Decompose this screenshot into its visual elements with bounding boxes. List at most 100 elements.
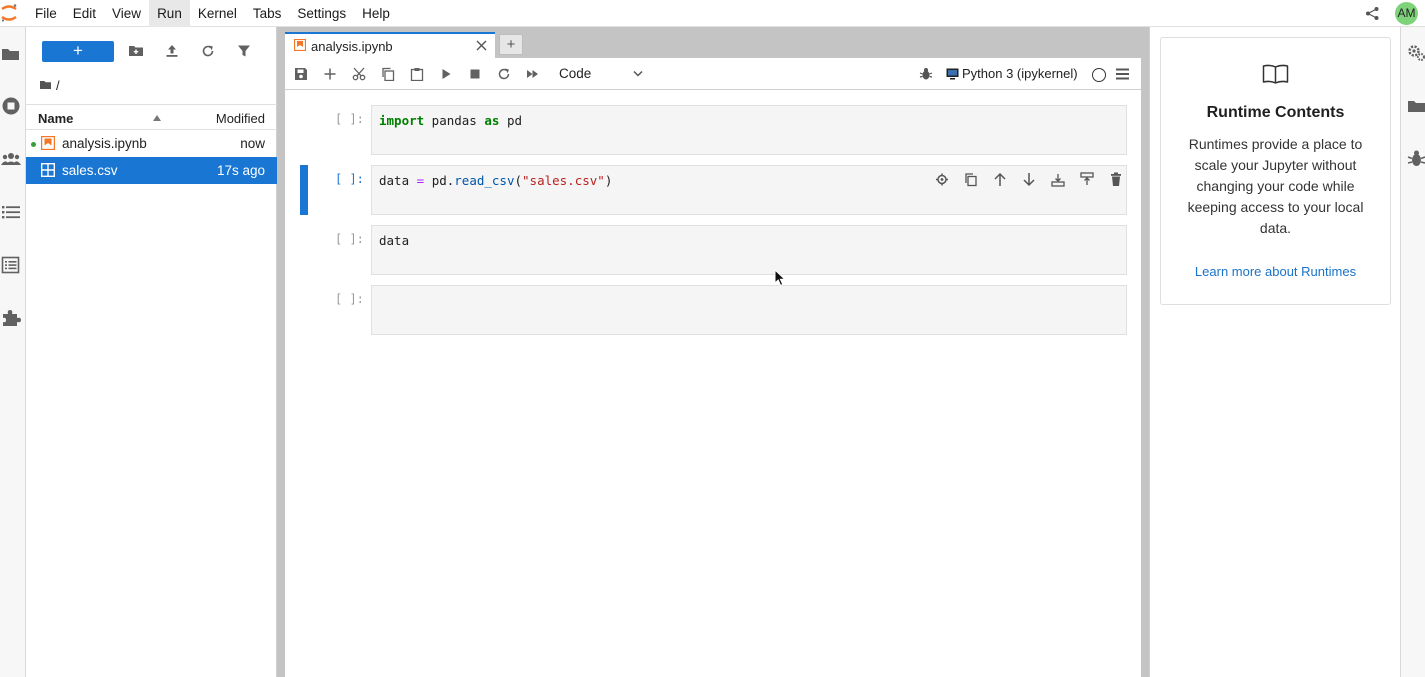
column-name-header[interactable]: Name xyxy=(38,111,73,126)
close-icon[interactable] xyxy=(475,39,488,52)
table-icon xyxy=(41,163,55,177)
file-modified: 17s ago xyxy=(216,163,265,178)
book-icon xyxy=(1262,64,1289,84)
new-tab-button[interactable]: + xyxy=(499,34,523,55)
menu-settings[interactable]: Settings xyxy=(289,0,354,27)
cut-icon[interactable] xyxy=(352,67,366,81)
run-all-icon[interactable] xyxy=(526,67,540,81)
folder-crumb-icon xyxy=(40,81,51,89)
file-row-sales[interactable]: sales.csv 17s ago xyxy=(26,157,277,184)
cell-editor[interactable]: data xyxy=(371,225,1127,255)
debugger-icon[interactable] xyxy=(1407,149,1425,168)
cell-editor[interactable] xyxy=(371,285,1127,315)
runtime-contents-title: Runtime Contents xyxy=(1206,104,1345,121)
menu-edit[interactable]: Edit xyxy=(65,0,104,27)
cell-toolbar xyxy=(935,172,1121,188)
tab-analysis-ipynb[interactable]: analysis.ipynb xyxy=(285,32,495,58)
copy-icon[interactable] xyxy=(381,67,395,81)
paste-icon[interactable] xyxy=(410,67,424,81)
share-icon[interactable] xyxy=(1365,6,1380,21)
hamburger-menu-icon[interactable] xyxy=(1116,68,1129,80)
file-row-analysis[interactable]: analysis.ipynb now xyxy=(26,130,277,157)
cell-output-area xyxy=(371,314,1127,335)
runtime-contents-card: Runtime Contents Runtimes provide a plac… xyxy=(1160,37,1391,305)
folder-icon[interactable] xyxy=(1,44,21,64)
user-avatar[interactable]: AM xyxy=(1395,2,1418,25)
jupyter-logo[interactable] xyxy=(0,3,18,23)
file-name: analysis.ipynb xyxy=(62,136,147,151)
notebook-toolbar: Code Python 3 (ipykernel) xyxy=(285,58,1141,90)
cell-code: data = pd.read_csv("sales.csv") xyxy=(379,173,613,188)
code-keyword-import: import xyxy=(379,113,425,128)
upload-icon[interactable] xyxy=(164,43,180,59)
duplicate-icon[interactable] xyxy=(964,172,978,187)
new-launcher-button[interactable]: + xyxy=(42,41,114,62)
menu-file[interactable]: File xyxy=(27,0,65,27)
notebook-icon xyxy=(41,136,55,150)
cell-prompt: [ ]: xyxy=(335,112,364,126)
cell-code: import pandas as pd xyxy=(379,113,523,128)
running-kernels-icon[interactable] xyxy=(1,96,21,116)
property-inspector-icon[interactable] xyxy=(1,255,21,275)
extensions-icon[interactable] xyxy=(1,308,21,328)
right-activity-bar xyxy=(1400,27,1425,677)
insert-above-icon[interactable] xyxy=(1080,172,1094,187)
code-function: read_csv xyxy=(454,173,515,188)
cell-code: data xyxy=(379,233,410,248)
toc-icon[interactable] xyxy=(1,202,21,222)
menu-tabs[interactable]: Tabs xyxy=(245,0,290,27)
column-modified-header[interactable]: Modified xyxy=(216,111,265,126)
code-operator: = xyxy=(416,173,425,188)
code-cell-active[interactable]: [ ]: data = pd.read_csv("sales.csv") xyxy=(285,165,1141,215)
cell-type-dropdown[interactable]: Code xyxy=(559,66,643,83)
active-cell-indicator xyxy=(300,165,308,215)
new-folder-icon[interactable] xyxy=(128,43,144,59)
move-up-icon[interactable] xyxy=(993,172,1007,187)
kernel-logo-icon xyxy=(946,68,959,80)
stop-icon[interactable] xyxy=(468,67,482,81)
gears-icon[interactable] xyxy=(1407,43,1425,62)
delete-icon[interactable] xyxy=(1109,172,1123,187)
file-modified: now xyxy=(240,136,265,151)
restart-icon[interactable] xyxy=(497,67,511,81)
refresh-icon[interactable] xyxy=(200,43,216,59)
learn-more-link[interactable]: Learn more about Runtimes xyxy=(1161,264,1390,279)
code-keyword-as: as xyxy=(484,113,500,128)
menu-view[interactable]: View xyxy=(104,0,149,27)
notebook-panel: Code Python 3 (ipykernel) []: import pa… xyxy=(285,58,1141,677)
menubar: File Edit View Run Kernel Tabs Settings … xyxy=(0,0,1425,27)
filter-icon[interactable] xyxy=(236,43,252,59)
settings-cell-icon[interactable] xyxy=(935,172,949,187)
code-cell[interactable]: [ ]: import pandas as pd xyxy=(285,105,1141,155)
folder-icon[interactable] xyxy=(1407,97,1425,116)
menu-kernel[interactable]: Kernel xyxy=(190,0,245,27)
cell-prompt: [ ]: xyxy=(335,172,364,186)
chevron-down-icon xyxy=(633,70,643,77)
menu-items: File Edit View Run Kernel Tabs Settings … xyxy=(27,0,398,27)
code-string: "sales.csv" xyxy=(522,173,605,188)
kernel-name[interactable]: Python 3 (ipykernel) xyxy=(962,66,1078,81)
cell-output-area xyxy=(371,134,1127,155)
tab-label: analysis.ipynb xyxy=(311,39,393,54)
breadcrumb-path: / xyxy=(56,77,60,93)
runtime-description: Runtimes provide a place to scale your J… xyxy=(1187,136,1364,236)
code-cell[interactable]: [ ]: data xyxy=(285,225,1141,275)
cell-prompt: [ ]: xyxy=(335,232,364,246)
breadcrumb[interactable]: / xyxy=(40,77,60,93)
move-down-icon[interactable] xyxy=(1022,172,1036,187)
cell-editor[interactable]: import pandas as pd xyxy=(371,105,1127,135)
menu-run[interactable]: Run xyxy=(149,0,190,27)
code-cell[interactable]: [ ]: xyxy=(285,285,1141,335)
run-icon[interactable] xyxy=(439,67,453,81)
add-cell-icon[interactable] xyxy=(323,67,337,81)
save-icon[interactable] xyxy=(294,67,308,81)
sort-ascending-icon[interactable] xyxy=(153,115,161,121)
debugger-icon[interactable] xyxy=(919,67,933,81)
menu-help[interactable]: Help xyxy=(354,0,398,27)
cell-output-area xyxy=(371,194,1127,215)
left-activity-bar xyxy=(0,27,26,677)
insert-below-icon[interactable] xyxy=(1051,172,1065,187)
cell-prompt: [ ]: xyxy=(335,292,364,306)
cell-output-area xyxy=(371,254,1127,275)
collaborators-icon[interactable] xyxy=(1,149,21,169)
